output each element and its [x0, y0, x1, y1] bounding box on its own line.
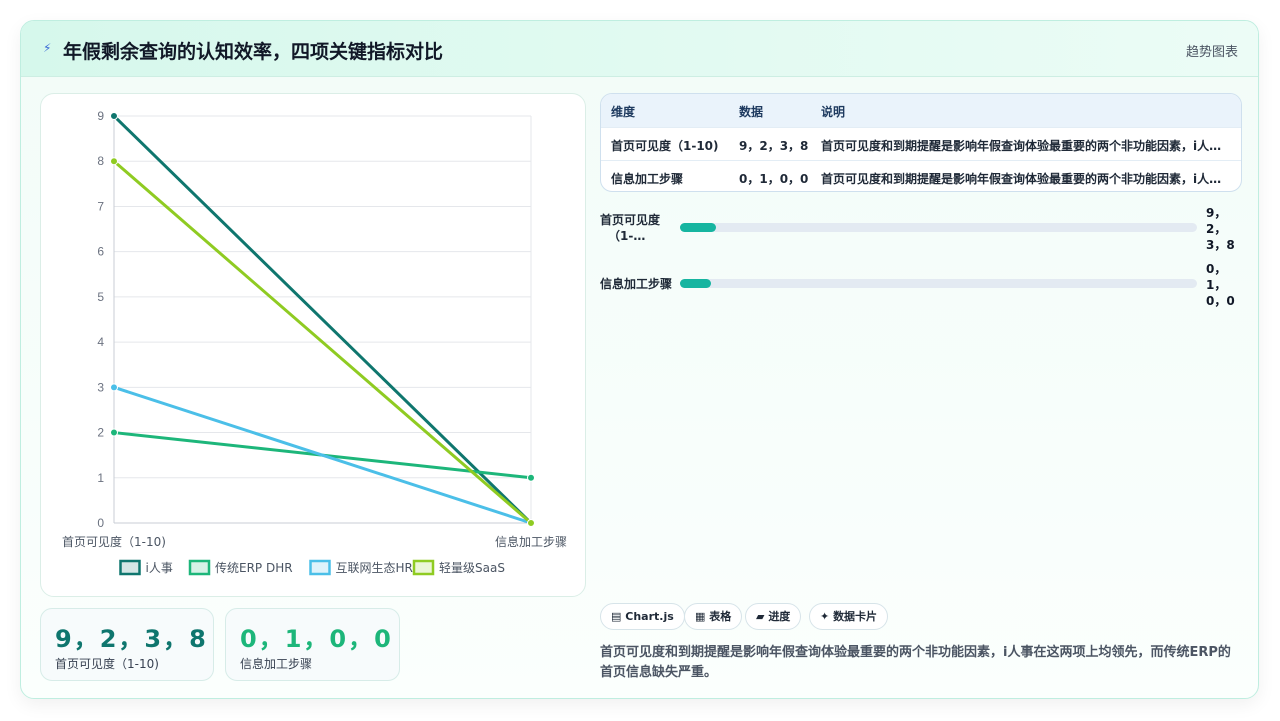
progress-value-line: 3，8 — [1206, 238, 1235, 252]
x-tick-label: 首页可见度（1-10) — [62, 534, 166, 549]
table-cell: 首页可见度（1-10) — [611, 139, 719, 153]
stat-value: 0，1，0，0 — [240, 625, 393, 653]
chip-label: 进度 — [768, 610, 791, 623]
progress-label-line: 首页可见度 — [600, 213, 661, 227]
legend-swatch — [119, 559, 141, 576]
chip-progress[interactable]: ▰ 进度 — [745, 603, 802, 630]
table-cell: 信息加工步骤 — [611, 172, 684, 186]
data-point — [110, 428, 118, 437]
progress-icon: ▰ — [756, 610, 765, 623]
table-cell: 9，2，3，8 — [739, 139, 809, 153]
progress-fill — [680, 223, 717, 232]
chip-label: Chart.js — [625, 610, 674, 623]
chip-label: 表格 — [709, 610, 732, 623]
progress-label: 信息加工步骤 — [600, 276, 672, 292]
line-chart: 0 1 2 3 4 5 6 7 8 9 首页可见度（1-10) 信息加工步骤 i人事 传统ERP DHR 互… — [62, 109, 567, 576]
legend-label: i人事 — [146, 561, 173, 575]
main-card: ⚡ 年假剩余查询的认知效率，四项关键指标对比 趋势图表 0 1 2 3 4 5 6 7 8 9 首页… — [20, 20, 1259, 699]
y-tick-label: 1 — [97, 471, 104, 485]
progress-value-line: 2， — [1206, 222, 1227, 236]
legend-swatch — [188, 559, 211, 576]
series-line — [112, 114, 533, 525]
data-point — [110, 383, 118, 392]
y-tick-label: 9 — [97, 109, 104, 123]
progress-value-line: 1， — [1206, 278, 1227, 292]
data-point — [527, 519, 535, 527]
series-line — [113, 385, 532, 525]
page-title: 年假剩余查询的认知效率，四项关键指标对比 — [63, 41, 444, 63]
data-table: 维度 数据 说明 首页可见度（1-10) 9，2，3，8 首页可见度和到期提醒是… — [600, 93, 1242, 192]
card-icon: ✦ — [820, 610, 830, 623]
y-tick-label: 0 — [97, 516, 104, 530]
y-tick-label: 4 — [97, 335, 104, 349]
progress-value: 0， 1， 0，0 — [1206, 261, 1236, 309]
chip-label: 数据卡片 — [833, 610, 878, 623]
legend-label: 互联网生态HR — [336, 561, 413, 575]
progress-fill — [680, 279, 712, 288]
table-cell: 首页可见度和到期提醒是影响年假查询体验最重要的两个非功能因素，i人事在这两项上均… — [821, 139, 1231, 153]
chip-table[interactable]: ▦ 表格 — [684, 603, 743, 630]
legend-swatch — [412, 559, 435, 576]
progress-value-line: 9， — [1206, 206, 1227, 220]
chart-icon: ▤ — [611, 610, 622, 623]
stat-label: 信息加工步骤 — [240, 657, 313, 671]
legend-swatch — [309, 559, 331, 576]
x-tick-label: 信息加工步骤 — [495, 534, 567, 549]
stat-value: 9，2，3，8 — [55, 625, 208, 653]
progress-label-line: 信息加工步骤 — [600, 277, 673, 291]
progress-label-line: （1-… — [608, 229, 646, 243]
stat-label: 首页可见度（1-10) — [55, 657, 159, 671]
y-tick-label: 7 — [97, 199, 104, 213]
description-text: 首页可见度和到期提醒是影响年假查询体验最重要的两个非功能因素，i人事在这两项上均… — [600, 645, 1231, 680]
y-tick-label: 6 — [97, 245, 104, 259]
chart-type-badge: 趋势图表 — [1185, 45, 1238, 60]
progress-value-line: 0，0 — [1206, 294, 1235, 308]
column-header: 维度 — [611, 105, 636, 119]
progress-value-line: 0， — [1206, 262, 1227, 276]
progress-track — [680, 279, 1197, 288]
y-tick-label: 5 — [97, 290, 104, 304]
y-tick-label: 3 — [97, 380, 104, 394]
chip-data-card[interactable]: ✦ 数据卡片 — [809, 603, 889, 630]
stat-card: 0，1，0，0 信息加工步骤 — [225, 608, 400, 681]
table-cell: 首页可见度和到期提醒是影响年假查询体验最重要的两个非功能因素，i人事在这两项上均… — [821, 172, 1231, 186]
lightning-icon: ⚡ — [43, 41, 52, 55]
table-header-row: 维度 数据 说明 — [601, 94, 1241, 127]
column-header: 说明 — [821, 105, 846, 119]
progress-row: 首页可见度 （1-… 9， 2， 3，8 — [600, 206, 1242, 252]
line-chart-panel: 0 1 2 3 4 5 6 7 8 9 首页可见度（1-10) 信息加工步骤 i人事 传统ERP DHR 互… — [40, 93, 586, 597]
table-icon: ▦ — [695, 610, 706, 623]
progress-value: 9， 2， 3，8 — [1206, 205, 1236, 253]
data-point — [110, 112, 118, 120]
table-cell: 0，1，0，0 — [739, 172, 809, 186]
y-tick-label: 2 — [97, 426, 104, 440]
progress-label: 首页可见度 （1-… — [600, 212, 672, 244]
data-point — [110, 157, 118, 166]
table-row: 信息加工步骤 0，1，0，0 首页可见度和到期提醒是影响年假查询体验最重要的两个… — [601, 160, 1241, 191]
chip-chartjs[interactable]: ▤ Chart.js — [600, 603, 685, 630]
progress-row: 信息加工步骤 0， 1， 0，0 — [600, 262, 1242, 308]
table-row: 首页可见度（1-10) 9，2，3，8 首页可见度和到期提醒是影响年假查询体验最… — [601, 127, 1241, 160]
legend-label: 轻量级SaaS — [439, 561, 505, 575]
y-tick-label: 8 — [97, 154, 104, 168]
data-point — [527, 473, 535, 482]
column-header: 数据 — [739, 105, 764, 119]
progress-track — [680, 223, 1197, 232]
stat-card: 9，2，3，8 首页可见度（1-10) — [40, 608, 214, 681]
legend-label: 传统ERP DHR — [215, 560, 293, 575]
card-header: ⚡ 年假剩余查询的认知效率，四项关键指标对比 趋势图表 — [21, 21, 1258, 77]
